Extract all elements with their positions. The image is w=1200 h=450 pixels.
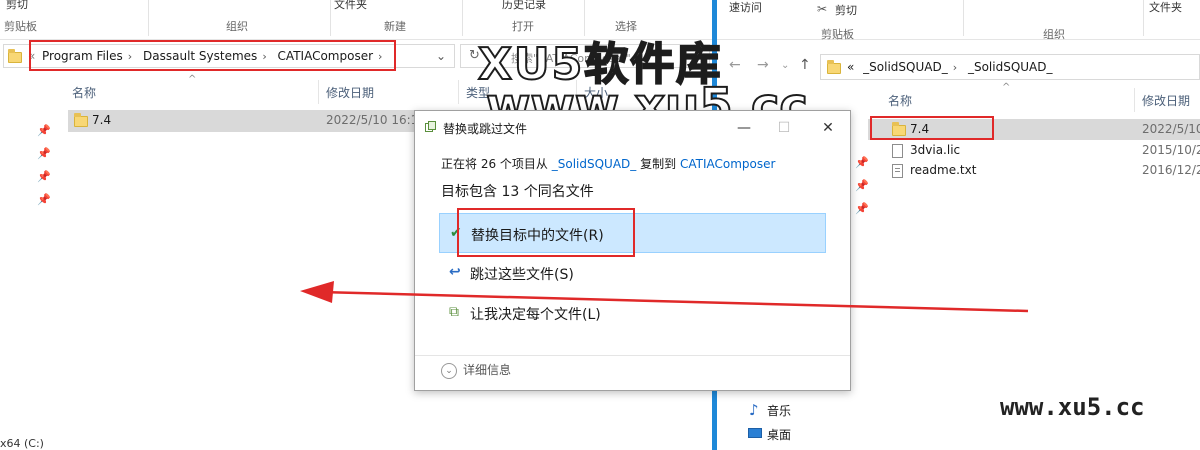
- breadcrumb-item[interactable]: _SolidSQUAD_: [863, 60, 948, 74]
- pin-icon[interactable]: 📌: [855, 179, 869, 192]
- replace-option-highlight: [457, 208, 635, 257]
- desktop-icon: [748, 428, 762, 438]
- copy-info-mid: 复制到: [640, 157, 677, 171]
- breadcrumb: « _SolidSQUAD_ › _SolidSQUAD_: [847, 60, 1058, 74]
- ribbon-separator: [330, 0, 331, 36]
- sort-up-icon: ^: [188, 74, 197, 85]
- chevron-down-icon[interactable]: ⌄: [781, 60, 789, 71]
- file-modified: 2016/12/2: [1142, 163, 1200, 177]
- file-modified: 2022/5/10: [1142, 122, 1200, 136]
- ribbon-group-clipboard: 剪贴板: [4, 20, 37, 33]
- back-icon[interactable]: ←: [729, 57, 741, 73]
- column-separator[interactable]: [318, 80, 319, 104]
- column-modified[interactable]: 修改日期: [326, 84, 374, 101]
- column-name[interactable]: 名称: [888, 92, 912, 109]
- file-modified: 2022/5/10 16:17: [326, 113, 426, 127]
- ribbon-group-organize: 组织: [1043, 28, 1065, 41]
- conflict-heading: 目标包含 13 个同名文件: [441, 184, 594, 200]
- file-name: 7.4: [92, 113, 112, 127]
- pin-icon[interactable]: 📌: [37, 193, 51, 206]
- red-arrow-annotation: [300, 281, 1029, 313]
- pin-icon[interactable]: 📌: [37, 147, 51, 160]
- folder-icon: [8, 49, 22, 63]
- pin-icon[interactable]: 📌: [37, 124, 51, 137]
- breadcrumb-item[interactable]: _SolidSQUAD_: [968, 60, 1053, 74]
- history-button-label[interactable]: 历史记录: [502, 0, 546, 12]
- chevron-right-icon[interactable]: ›: [953, 61, 957, 74]
- ribbon-separator: [148, 0, 149, 36]
- pin-icon[interactable]: 📌: [855, 202, 869, 215]
- right-file-list-header: 名称 ^ 修改日期: [870, 82, 1200, 112]
- cut-button-label[interactable]: 剪切: [835, 2, 857, 18]
- column-separator[interactable]: [1134, 88, 1135, 112]
- dialog-footer-divider: [415, 355, 850, 356]
- nav-item-music[interactable]: 音乐: [767, 402, 791, 419]
- copy-info-prefix: 正在将 26 个项目从: [441, 157, 548, 171]
- file-row[interactable]: readme.txt 2016/12/2: [868, 161, 1200, 181]
- right-address-bar[interactable]: « _SolidSQUAD_ › _SolidSQUAD_: [820, 54, 1200, 80]
- nav-item-desktop[interactable]: 桌面: [767, 426, 791, 443]
- watermark-url-corner: www.xu5.cc: [1000, 393, 1145, 421]
- file-name: readme.txt: [910, 163, 977, 177]
- file-name: 3dvia.lic: [910, 143, 961, 157]
- column-separator[interactable]: [458, 80, 459, 104]
- breadcrumb-highlight: [29, 40, 396, 71]
- chevron-down-icon: ⌄: [441, 362, 457, 379]
- minimize-icon[interactable]: —: [724, 115, 764, 141]
- quick-access-label[interactable]: 速访问: [729, 0, 762, 15]
- sort-up-icon: ^: [1002, 82, 1011, 93]
- cut-button-label[interactable]: 剪切: [6, 0, 28, 12]
- breadcrumb-overflow-icon[interactable]: «: [847, 60, 854, 74]
- column-name[interactable]: 名称: [72, 84, 96, 101]
- ribbon-separator: [963, 0, 964, 36]
- ribbon-group-clipboard: 剪贴板: [821, 28, 854, 41]
- file-modified: 2015/10/2: [1142, 143, 1200, 157]
- ribbon-group-organize: 组织: [226, 20, 248, 33]
- up-icon[interactable]: ↑: [799, 57, 811, 73]
- ribbon-separator: [462, 0, 463, 36]
- copy-info: 正在将 26 个项目从 _SolidSQUAD_ 复制到 CATIACompos…: [441, 155, 775, 172]
- address-dropdown-icon[interactable]: ⌄: [436, 49, 446, 63]
- new-folder-button-label[interactable]: 文件夹: [334, 0, 367, 12]
- ribbon-group-new: 新建: [384, 20, 406, 33]
- drive-label[interactable]: x64 (C:): [0, 437, 44, 450]
- pin-icon[interactable]: 📌: [855, 156, 869, 169]
- forward-icon[interactable]: →: [757, 57, 769, 73]
- music-icon: ♪: [749, 401, 759, 419]
- replace-or-skip-dialog: 替换或跳过文件 — ☐ ✕ 正在将 26 个项目从 _SolidSQUAD_ 复…: [414, 110, 851, 391]
- folder-icon: [74, 113, 88, 127]
- folder-highlight: [870, 116, 994, 140]
- right-ribbon: 速访问 ✂ 剪切 文件夹 剪贴板 组织: [717, 0, 1200, 41]
- more-details-toggle[interactable]: ⌄ 详细信息: [441, 361, 511, 379]
- file-row[interactable]: 3dvia.lic 2015/10/2: [868, 141, 1200, 161]
- source-folder-link[interactable]: _SolidSQUAD_: [552, 157, 637, 171]
- column-modified[interactable]: 修改日期: [1142, 92, 1190, 109]
- new-folder-button-label[interactable]: 文件夹: [1149, 0, 1182, 15]
- folder-icon: [827, 60, 841, 74]
- dialog-title: 替换或跳过文件: [443, 122, 528, 136]
- maximize-icon: ☐: [777, 120, 791, 136]
- pin-icon[interactable]: 📌: [37, 170, 51, 183]
- ribbon-separator: [1143, 0, 1144, 36]
- destination-folder-link[interactable]: CATIAComposer: [680, 157, 775, 171]
- file-icon: [892, 144, 903, 158]
- copy-files-icon: [425, 121, 436, 132]
- text-file-icon: [892, 164, 903, 178]
- scissors-icon[interactable]: ✂: [817, 2, 827, 16]
- close-icon[interactable]: ✕: [808, 115, 848, 141]
- more-details-label: 详细信息: [463, 363, 512, 377]
